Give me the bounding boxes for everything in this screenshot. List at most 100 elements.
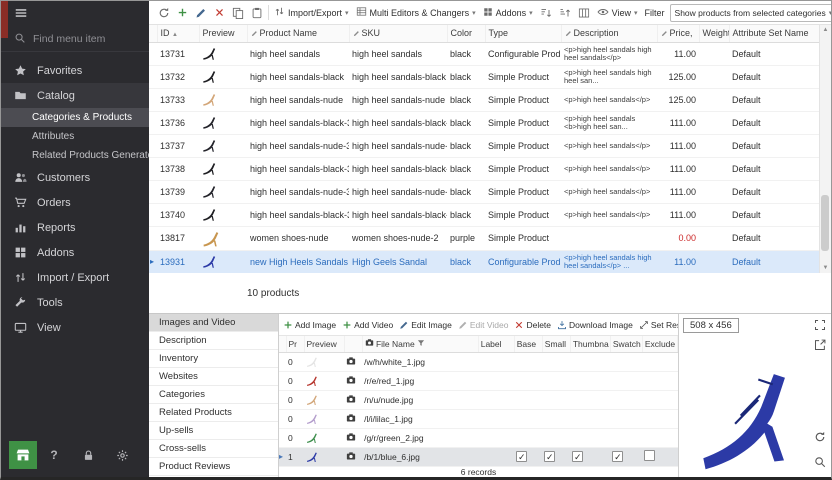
- product-price: 111.00: [657, 157, 699, 180]
- product-row-13738[interactable]: 13738high heel sandals-black-37high heel…: [149, 157, 819, 180]
- product-row-13737[interactable]: 13737high heel sandals-nude-36high heel …: [149, 134, 819, 157]
- image-file-name: /l/i/lilac_1.jpg: [362, 409, 478, 428]
- rotate-icon[interactable]: [814, 431, 826, 443]
- col-base[interactable]: Base: [514, 336, 542, 352]
- sidebar-item-reports[interactable]: Reports: [1, 215, 149, 240]
- image-row-r-e-red-1-jpg[interactable]: 0/r/e/red_1.jpg: [279, 371, 678, 390]
- tab-up-sells[interactable]: Up-sells: [149, 422, 278, 440]
- product-row-13739[interactable]: 13739high heel sandals-nude-37high heel …: [149, 180, 819, 203]
- import-export-menu[interactable]: Import/Export▾: [272, 5, 351, 20]
- swatch-checkbox[interactable]: ✓: [612, 451, 623, 462]
- col-thumbnail[interactable]: Thumbna: [570, 336, 610, 352]
- thumbnail-checkbox[interactable]: ✓: [572, 451, 583, 462]
- help-icon[interactable]: ?: [37, 448, 71, 462]
- image-row-b-1-blue-6-jpg[interactable]: ▸1/b/1/blue_6.jpg✓✓✓✓: [279, 447, 678, 466]
- sidebar-item-related-products-generator[interactable]: Related Products Generator: [1, 146, 149, 165]
- columns-button[interactable]: [576, 6, 592, 20]
- lock-icon[interactable]: [71, 449, 105, 462]
- col-file-name[interactable]: File Name: [362, 336, 478, 352]
- sidebar-item-import-export[interactable]: Import / Export: [1, 265, 149, 290]
- tab-images-and-video[interactable]: Images and Video: [149, 314, 278, 332]
- multi-editors-menu[interactable]: Multi Editors & Changers▾: [354, 5, 478, 20]
- exclude-checkbox[interactable]: [644, 450, 655, 461]
- col-description[interactable]: Description: [561, 25, 657, 42]
- sidebar-item-tools[interactable]: Tools: [1, 290, 149, 315]
- paste-button[interactable]: [249, 6, 265, 20]
- sidebar-item-categories-products[interactable]: Categories & Products: [1, 108, 149, 127]
- zoom-icon[interactable]: [814, 456, 826, 468]
- product-row-13817[interactable]: 13817women shoes-nudewomen shoes-nude-2p…: [149, 226, 819, 250]
- copy-button[interactable]: [230, 6, 246, 20]
- scrollbar-thumb[interactable]: [821, 195, 829, 251]
- col-preview[interactable]: Preview: [199, 25, 247, 42]
- col-row-marker[interactable]: [279, 336, 286, 352]
- hamburger-menu-icon[interactable]: [14, 6, 28, 23]
- image-row-l-i-lilac-1-jpg[interactable]: 0/l/i/lilac_1.jpg: [279, 409, 678, 428]
- tab-description[interactable]: Description: [149, 332, 278, 350]
- col-row-marker[interactable]: [149, 25, 157, 42]
- product-row-13931[interactable]: ▸13931new High Heels SandalsHigh Geels S…: [149, 250, 819, 273]
- col-sku[interactable]: SKU: [349, 25, 447, 42]
- col-preview[interactable]: Preview: [304, 336, 344, 352]
- image-row-n-u-nude-jpg[interactable]: 0/n/u/nude.jpg: [279, 390, 678, 409]
- sort-descending-button[interactable]: [557, 6, 573, 20]
- product-row-13731[interactable]: 13731high heel sandalshigh heel sandalsb…: [149, 42, 819, 65]
- col-type[interactable]: Type: [485, 25, 561, 42]
- sort-ascending-button[interactable]: [538, 6, 554, 20]
- refresh-button[interactable]: [156, 6, 172, 20]
- delete-product-button[interactable]: [212, 6, 227, 19]
- tab-related-products[interactable]: Related Products: [149, 404, 278, 422]
- scroll-down-icon[interactable]: ▼: [823, 265, 829, 271]
- base-checkbox[interactable]: ✓: [516, 451, 527, 462]
- sidebar-item-customers[interactable]: Customers: [1, 165, 149, 190]
- col-attribute-set[interactable]: Attribute Set Name: [729, 25, 819, 42]
- category-filter-select[interactable]: Show products from selected categories ▾: [670, 4, 831, 22]
- add-image-button[interactable]: Add Image: [283, 320, 336, 330]
- tab-categories[interactable]: Categories: [149, 386, 278, 404]
- product-row-13732[interactable]: 13732high heel sandals-blackhigh heel sa…: [149, 65, 819, 88]
- sidebar-item-favorites[interactable]: Favorites: [1, 58, 149, 83]
- small-checkbox[interactable]: ✓: [544, 451, 555, 462]
- scroll-up-icon[interactable]: ▲: [823, 27, 829, 33]
- sidebar-item-attributes[interactable]: Attributes: [1, 127, 149, 146]
- tab-websites[interactable]: Websites: [149, 368, 278, 386]
- sidebar-item-addons[interactable]: Addons: [1, 240, 149, 265]
- add-video-button[interactable]: Add Video: [342, 320, 393, 330]
- edit-product-button[interactable]: [193, 6, 209, 20]
- product-row-13736[interactable]: 13736high heel sandals-black-36high heel…: [149, 111, 819, 134]
- col-product-name[interactable]: Product Name: [247, 25, 349, 42]
- col-exclude[interactable]: Exclude: [642, 336, 677, 352]
- col-image-type[interactable]: [344, 336, 362, 352]
- fullscreen-icon[interactable]: [814, 319, 826, 331]
- sidebar-item-view[interactable]: View: [1, 315, 149, 340]
- tab-product-reviews[interactable]: Product Reviews: [149, 458, 278, 476]
- tab-inventory[interactable]: Inventory: [149, 350, 278, 368]
- col-id[interactable]: ID ▲: [157, 25, 199, 42]
- col-label[interactable]: Label: [478, 336, 514, 352]
- delete-button[interactable]: Delete: [514, 320, 551, 330]
- sidebar-search[interactable]: Find menu item: [1, 27, 149, 52]
- add-product-button[interactable]: [175, 6, 190, 19]
- col-color[interactable]: Color: [447, 25, 485, 42]
- image-row-g-r-green-2-jpg[interactable]: 0/g/r/green_2.jpg: [279, 428, 678, 447]
- download-image-button[interactable]: Download Image: [557, 320, 633, 330]
- gear-icon[interactable]: [105, 449, 139, 462]
- image-row-w-h-white-1-jpg[interactable]: 0/w/h/white_1.jpg: [279, 352, 678, 371]
- store-icon[interactable]: [9, 441, 37, 469]
- col-swatch[interactable]: Swatch: [610, 336, 642, 352]
- sidebar-item-catalog[interactable]: Catalog: [1, 83, 149, 108]
- edit-video-button[interactable]: Edit Video: [458, 320, 509, 330]
- open-external-icon[interactable]: [814, 339, 826, 351]
- view-menu[interactable]: View▾: [595, 5, 640, 21]
- product-row-13733[interactable]: 13733high heel sandals-nudehigh heel san…: [149, 88, 819, 111]
- product-row-13740[interactable]: 13740high heel sandals-black-38high heel…: [149, 203, 819, 226]
- col-small[interactable]: Small: [542, 336, 570, 352]
- addons-menu[interactable]: Addons▾: [481, 6, 535, 20]
- col-weight[interactable]: Weight: [699, 25, 729, 42]
- set-resize-rule-button[interactable]: Set Resize Rule: [639, 320, 678, 330]
- col-price[interactable]: Price,: [657, 25, 699, 42]
- sidebar-item-orders[interactable]: Orders: [1, 190, 149, 215]
- col-position[interactable]: Pr: [286, 336, 304, 352]
- tab-cross-sells[interactable]: Cross-sells: [149, 440, 278, 458]
- edit-image-button[interactable]: Edit Image: [399, 320, 452, 330]
